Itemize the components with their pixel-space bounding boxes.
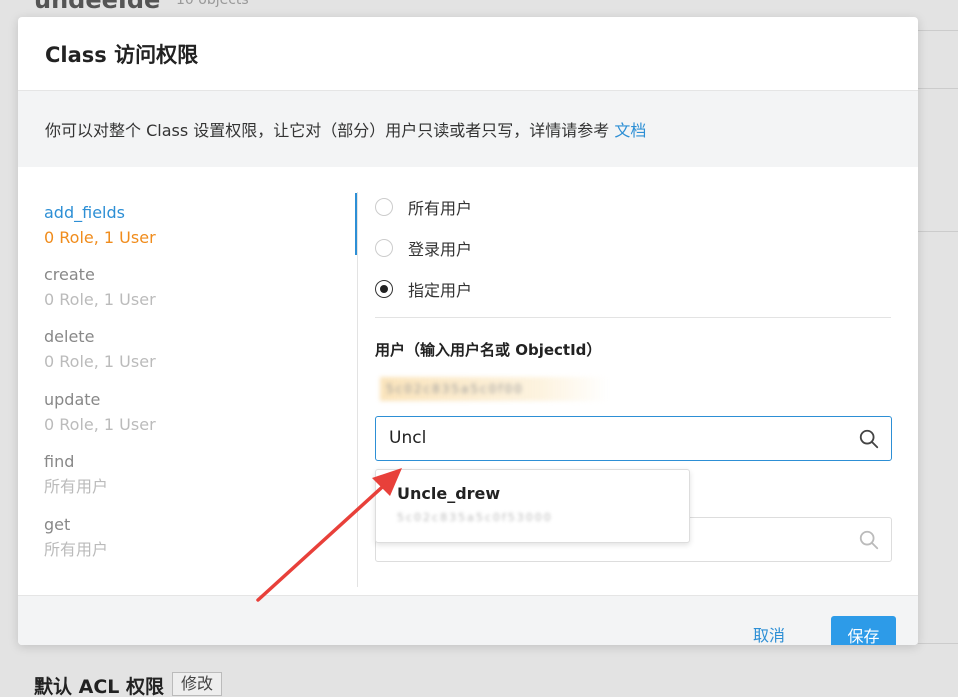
permission-item-update[interactable]: update 0 Role, 1 User xyxy=(44,387,156,437)
modal-footer: 取消 保存 xyxy=(18,595,918,645)
permission-meta: 所有用户 xyxy=(44,540,109,559)
active-indicator xyxy=(355,193,357,255)
search-icon[interactable] xyxy=(858,428,880,450)
radio-specified-users[interactable]: 指定用户 xyxy=(375,277,472,301)
background-object-count: 10 objects xyxy=(176,0,249,8)
sidebar-divider xyxy=(357,192,358,587)
modal-header: Class 访问权限 xyxy=(18,17,918,91)
radio-circle[interactable] xyxy=(375,198,393,216)
suggestion-username[interactable]: Uncle_drew xyxy=(397,484,500,503)
radio-circle[interactable] xyxy=(375,239,393,257)
background-divider xyxy=(918,30,958,31)
permission-name: create xyxy=(44,265,95,284)
permission-name: add_fields xyxy=(44,203,125,222)
options-divider xyxy=(375,317,891,318)
permission-item-create[interactable]: create 0 Role, 1 User xyxy=(44,262,156,312)
doc-link[interactable]: 文档 xyxy=(614,121,646,140)
class-permission-modal: Class 访问权限 你可以对整个 Class 设置权限，让它对（部分）用户只读… xyxy=(18,17,918,645)
permission-name: update xyxy=(44,390,101,409)
permission-item-get[interactable]: get 所有用户 xyxy=(44,512,108,562)
permission-item-add-fields[interactable]: add_fields 0 Role, 1 User xyxy=(44,200,156,250)
user-suggestion-dropdown[interactable]: Uncle_drew 5c02c835a5c0f53000 xyxy=(375,469,690,543)
modal-description: 你可以对整个 Class 设置权限，让它对（部分）用户只读或者只写，详情请参考 … xyxy=(18,91,918,167)
radio-label: 所有用户 xyxy=(408,199,473,218)
search-icon xyxy=(859,530,879,550)
background-divider xyxy=(918,88,958,89)
user-search-field[interactable] xyxy=(389,428,829,448)
existing-user-id: 5c02c835a5c0f00 xyxy=(386,382,524,396)
suggestion-object-id: 5c02c835a5c0f53000 xyxy=(397,511,553,524)
permission-meta: 0 Role, 1 User xyxy=(44,415,156,434)
permission-meta: 0 Role, 1 User xyxy=(44,228,156,247)
background-divider xyxy=(918,643,958,644)
cancel-button[interactable]: 取消 xyxy=(753,622,785,645)
radio-circle-checked[interactable] xyxy=(375,280,393,298)
radio-logged-in-users[interactable]: 登录用户 xyxy=(375,236,472,260)
default-acl-title: 默认 ACL 权限 xyxy=(34,676,164,697)
existing-user-tag[interactable]: 5c02c835a5c0f00 xyxy=(380,377,608,401)
permission-item-delete[interactable]: delete 0 Role, 1 User xyxy=(44,324,156,374)
user-search-input[interactable] xyxy=(375,416,892,461)
modal-title: Class 访问权限 xyxy=(45,43,199,67)
background-divider xyxy=(918,231,958,232)
save-button[interactable]: 保存 xyxy=(831,616,896,645)
background-class-title: undeeIde xyxy=(34,0,161,14)
acl-edit-button[interactable]: 修改 xyxy=(172,672,223,696)
permission-meta: 所有用户 xyxy=(44,477,109,496)
permission-meta: 0 Role, 1 User xyxy=(44,290,156,309)
permission-name: delete xyxy=(44,327,95,346)
permission-item-find[interactable]: find 所有用户 xyxy=(44,449,108,499)
permission-meta: 0 Role, 1 User xyxy=(44,352,156,371)
radio-label: 登录用户 xyxy=(408,240,473,259)
permission-name: get xyxy=(44,515,71,534)
user-field-label: 用户（输入用户名或 ObjectId） xyxy=(375,341,602,359)
permission-name: find xyxy=(44,452,75,471)
radio-all-users[interactable]: 所有用户 xyxy=(375,195,472,219)
radio-label: 指定用户 xyxy=(408,281,473,300)
description-text: 你可以对整个 Class 设置权限，让它对（部分）用户只读或者只写，详情请参考 xyxy=(45,121,615,140)
